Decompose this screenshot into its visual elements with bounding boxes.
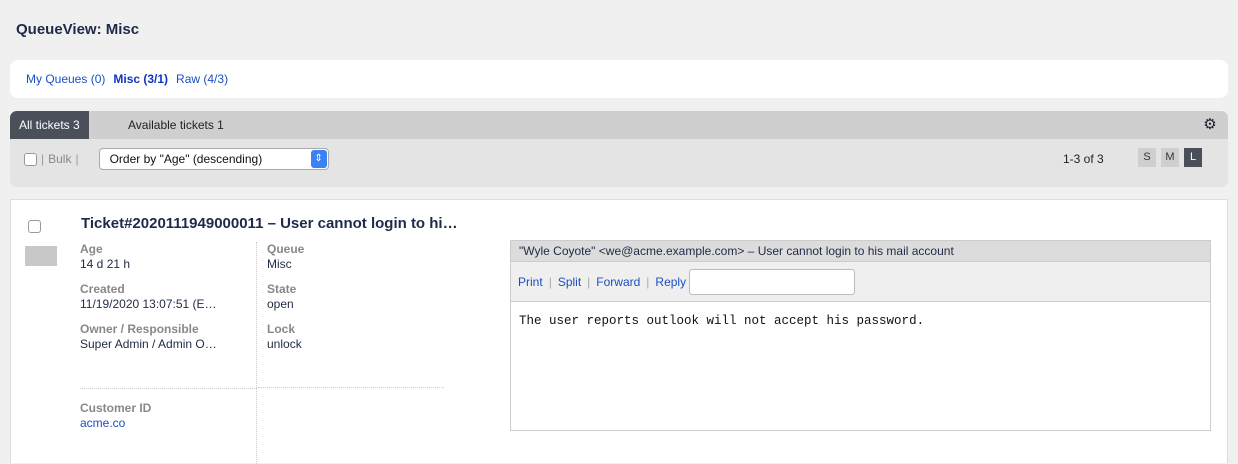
customer-id-label: Customer ID — [80, 401, 152, 415]
reply-template-select[interactable] — [689, 268, 856, 295]
queue-value: Misc — [267, 257, 292, 271]
age-value: 14 d 21 h — [80, 257, 131, 271]
order-by-select[interactable]: Order by "Age" (descending) ⇕ — [98, 148, 329, 170]
reply-link[interactable]: Reply — [655, 275, 686, 289]
gear-icon[interactable]: ⚙ — [1202, 117, 1218, 133]
view-size-switch: S M L — [1138, 148, 1207, 167]
article-header: "Wyle Coyote" <we@acme.example.com> – Us… — [511, 241, 1210, 262]
divider: | — [587, 274, 591, 289]
queue-link-misc[interactable]: Misc (3/1) — [113, 72, 168, 86]
ticket-card: Ticket#2020111949000011 – User cannot lo… — [10, 199, 1228, 464]
bulk-row: | Bulk | Order by "Age" (descending) ⇕ — [24, 148, 329, 170]
bulk-action[interactable]: Bulk — [48, 152, 71, 166]
owner-value: Super Admin / Admin O… — [80, 337, 217, 351]
created-label: Created — [80, 282, 125, 296]
tab-available-tickets[interactable]: Available tickets 1 — [119, 111, 233, 139]
ticket-list-toolbar: All tickets 3 Available tickets 1 ⚙ | Bu… — [10, 111, 1228, 187]
chevron-updown-icon: ⇕ — [310, 150, 327, 168]
queue-nav: My Queues (0) Misc (3/1) Raw (4/3) — [10, 60, 1228, 98]
queue-link-raw[interactable]: Raw (4/3) — [176, 72, 228, 86]
divider — [80, 388, 257, 389]
ticket-title[interactable]: Ticket#2020111949000011 – User cannot lo… — [81, 215, 458, 232]
ticket-checkbox[interactable] — [28, 220, 41, 233]
state-label: State — [267, 282, 297, 296]
lock-value: unlock — [267, 337, 302, 351]
size-large-button[interactable]: L — [1184, 148, 1202, 167]
select-all-checkbox[interactable] — [24, 152, 37, 166]
order-by-value: Order by "Age" (descending) — [109, 152, 263, 166]
print-link[interactable]: Print — [518, 275, 543, 289]
tab-all-tickets[interactable]: All tickets 3 — [10, 111, 89, 139]
lock-label: Lock — [267, 322, 296, 336]
pagination-info: 1-3 of 3 — [1063, 152, 1104, 166]
article-body: The user reports outlook will not accept… — [519, 314, 925, 328]
priority-indicator — [25, 246, 57, 266]
customer-id-link[interactable]: acme.co — [80, 416, 151, 431]
page-title: QueueView: Misc — [16, 21, 140, 38]
forward-link[interactable]: Forward — [596, 275, 640, 289]
created-value: 11/19/2020 13:07:51 (E… — [80, 297, 217, 311]
divider: | — [548, 274, 552, 289]
ticket-info-column-right: Queue Misc State open Lock unlock — [258, 242, 444, 388]
state-value: open — [267, 297, 294, 311]
owner-label: Owner / Responsible — [80, 322, 199, 336]
age-label: Age — [80, 242, 103, 256]
tab-strip: All tickets 3 Available tickets 1 ⚙ — [10, 111, 1228, 139]
article-actions: Print | Split | Forward | Reply — [511, 262, 1210, 302]
size-small-button[interactable]: S — [1138, 148, 1156, 167]
size-medium-button[interactable]: M — [1161, 148, 1179, 167]
article-preview: "Wyle Coyote" <we@acme.example.com> – Us… — [510, 240, 1211, 431]
divider: | — [41, 152, 45, 166]
divider: | — [646, 274, 650, 289]
queue-label: Queue — [267, 242, 305, 256]
customer-field: Customer ID acme.co — [80, 401, 151, 431]
queue-link-my-queues[interactable]: My Queues (0) — [26, 72, 105, 86]
split-link[interactable]: Split — [558, 275, 581, 289]
divider: | — [75, 152, 79, 166]
